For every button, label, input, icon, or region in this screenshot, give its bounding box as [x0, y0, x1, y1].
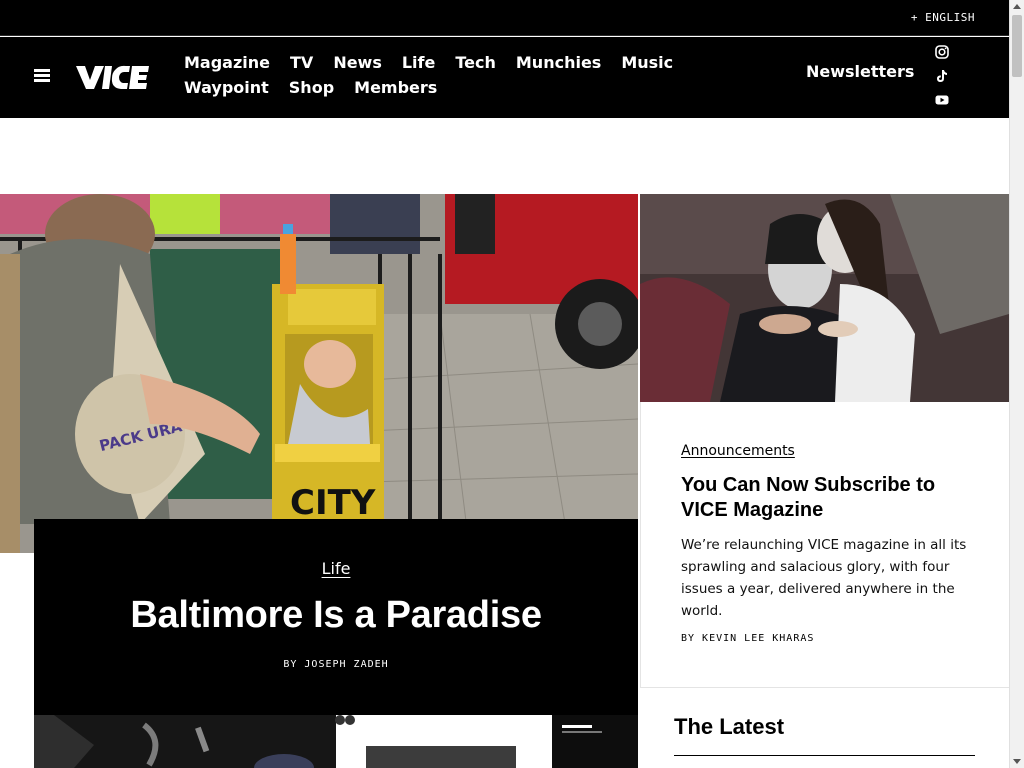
- nav-link-shop[interactable]: Shop: [289, 75, 334, 100]
- nav-link-life[interactable]: Life: [402, 50, 436, 75]
- hamburger-icon[interactable]: [34, 69, 50, 82]
- page-scrollbar[interactable]: [1009, 0, 1024, 768]
- language-bar: + ENGLISH: [0, 0, 1009, 36]
- nav-link-waypoint[interactable]: Waypoint: [184, 75, 269, 100]
- language-selector[interactable]: + ENGLISH: [911, 11, 975, 24]
- hero-title[interactable]: Baltimore Is a Paradise: [34, 594, 638, 637]
- hero-image[interactable]: CITY PACK URA: [0, 194, 638, 553]
- latest-section-title: The Latest: [674, 714, 785, 739]
- nav-link-news[interactable]: News: [333, 50, 382, 75]
- hero-article-card[interactable]: Life Baltimore Is a Paradise BY JOSEPH Z…: [34, 519, 638, 715]
- vice-logo[interactable]: [73, 62, 151, 92]
- scroll-up-arrow-icon[interactable]: [1013, 4, 1021, 9]
- nav-link-members[interactable]: Members: [354, 75, 437, 100]
- newsletters-link[interactable]: Newsletters: [806, 62, 914, 81]
- scroll-down-arrow-icon[interactable]: [1013, 759, 1021, 764]
- latest-divider: [674, 755, 975, 756]
- youtube-icon[interactable]: [934, 92, 950, 108]
- instagram-icon[interactable]: [934, 44, 950, 60]
- nav-link-music[interactable]: Music: [621, 50, 673, 75]
- social-links: [934, 44, 952, 116]
- tiktok-icon[interactable]: [934, 68, 950, 84]
- ad-placeholder: [0, 118, 1009, 194]
- nav-link-tv[interactable]: TV: [290, 50, 313, 75]
- hero-byline: BY JOSEPH ZADEH: [283, 659, 389, 670]
- nav-link-tech[interactable]: Tech: [455, 50, 496, 75]
- svg-text:CITY: CITY: [290, 483, 376, 523]
- side-article-card: Announcements You Can Now Subscribe to V…: [640, 402, 1009, 688]
- side-category-link[interactable]: Announcements: [681, 443, 795, 459]
- nav-link-magazine[interactable]: Magazine: [184, 50, 270, 75]
- side-article-byline: BY KEVIN LEE KHARAS: [681, 633, 815, 644]
- nav-link-munchies[interactable]: Munchies: [516, 50, 601, 75]
- main-navbar: Magazine TV News Life Tech Munchies Musi…: [0, 37, 1009, 118]
- nav-links: Magazine TV News Life Tech Munchies Musi…: [184, 50, 784, 100]
- article-thumbnails[interactable]: [34, 715, 638, 768]
- scrollbar-thumb[interactable]: [1012, 15, 1022, 77]
- hero-category-link[interactable]: Life: [322, 559, 351, 578]
- side-article-description: We’re relaunching VICE magazine in all i…: [681, 537, 967, 619]
- side-article-image[interactable]: [640, 194, 1009, 402]
- side-article-title[interactable]: You Can Now Subscribe to VICE Magazine: [681, 473, 981, 523]
